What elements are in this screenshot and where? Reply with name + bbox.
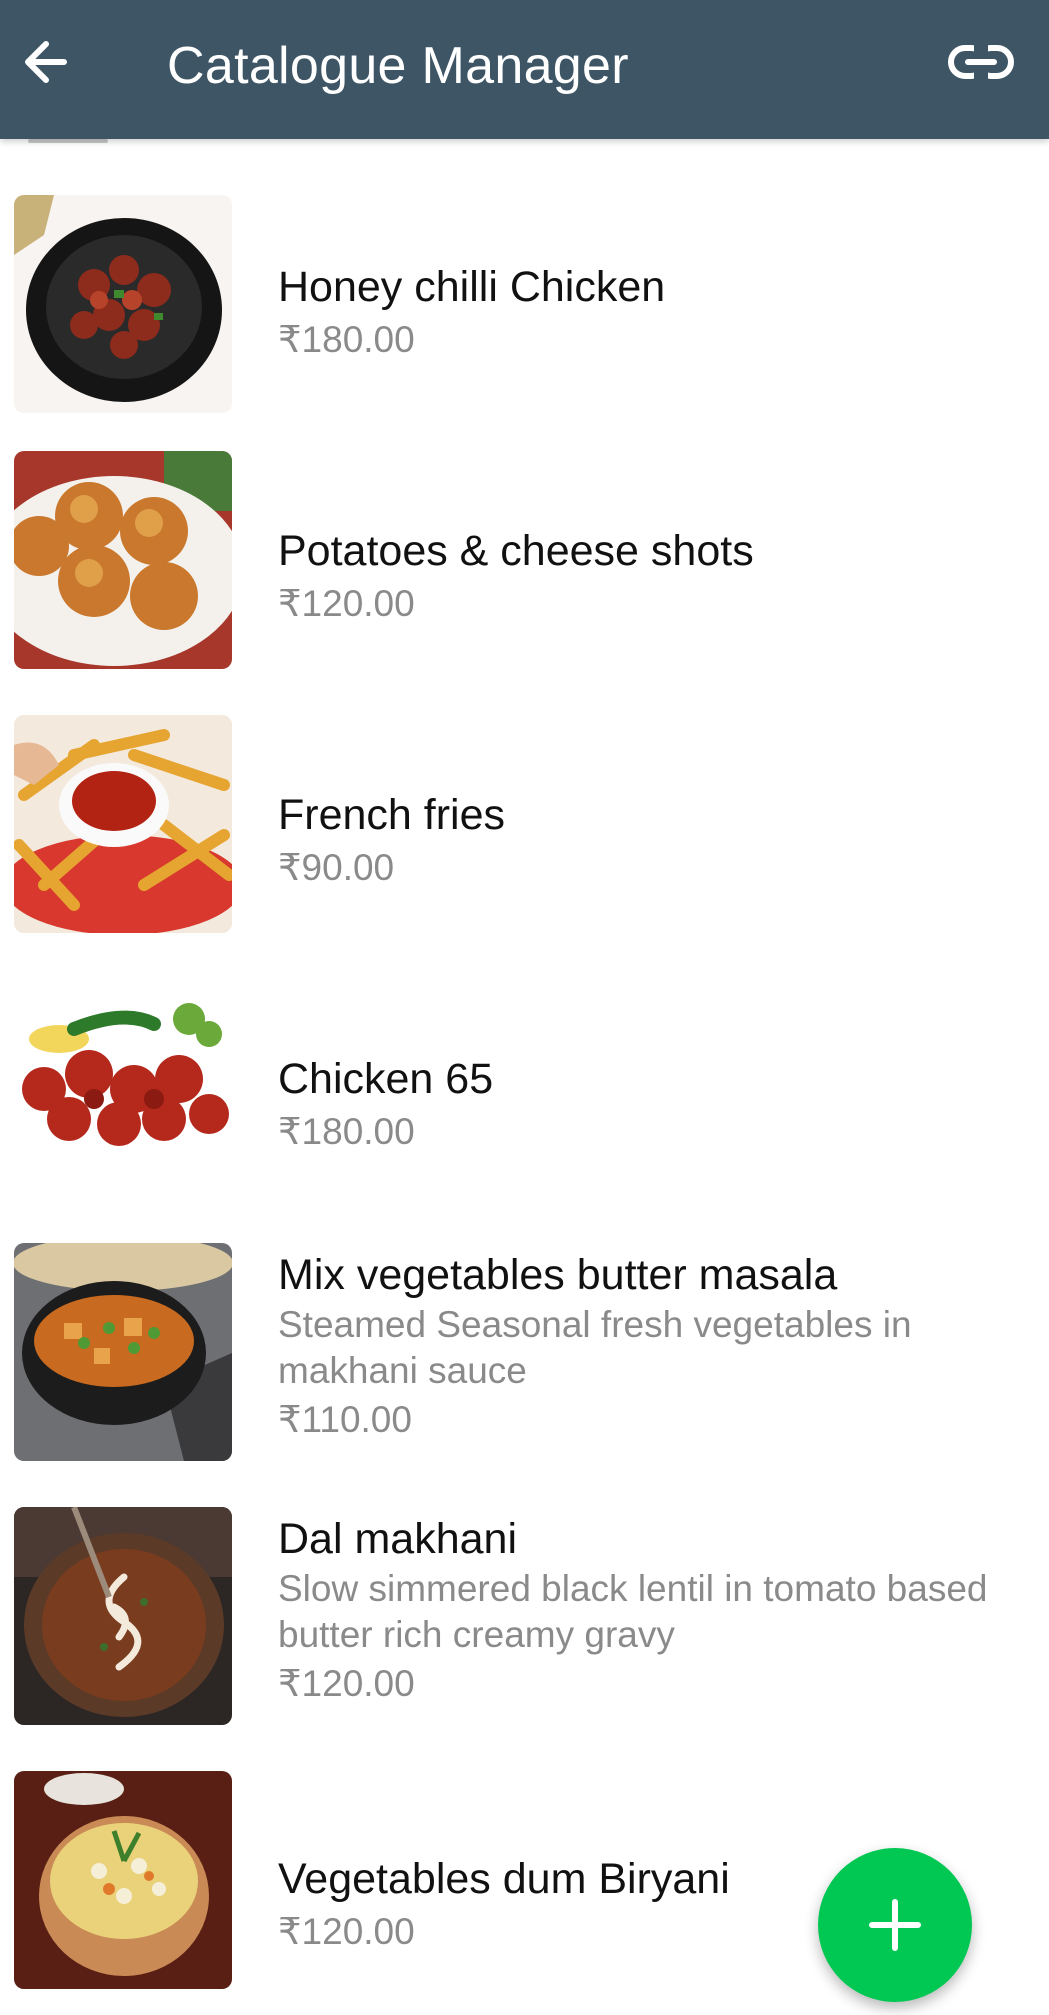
item-price: ₹120.00	[278, 1663, 415, 1704]
list-item[interactable]: Honey chilli Chicken ₹180.00	[0, 172, 1049, 436]
item-name: Dal makhani	[278, 1515, 517, 1563]
page-title: Catalogue Manager	[167, 37, 629, 95]
item-price: ₹120.00	[278, 583, 415, 624]
add-item-button[interactable]	[818, 1848, 972, 2002]
item-description: Slow simmered black lentil in tomato bas…	[278, 1568, 988, 1655]
item-info: Chicken 65 ₹180.00	[278, 1052, 1009, 1158]
item-price: ₹180.00	[278, 1111, 415, 1152]
item-price: ₹180.00	[278, 319, 415, 360]
item-image-potato-cheese-shots	[14, 451, 232, 669]
item-image-honey-chilli-chicken	[14, 195, 232, 413]
list-item[interactable]: Mix vegetables butter masala Steamed Sea…	[0, 1228, 1049, 1492]
item-image-veg-dum-biryani	[14, 1771, 232, 1989]
item-image-dal-makhani	[14, 1507, 232, 1725]
item-info: French fries ₹90.00	[278, 788, 1009, 894]
catalogue-list[interactable]: Honey chilli Chicken ₹180.00 Potatoes & …	[0, 139, 1049, 2015]
item-name: Chicken 65	[278, 1055, 494, 1103]
list-item[interactable]: Potatoes & cheese shots ₹120.00	[0, 436, 1049, 700]
item-name: French fries	[278, 791, 506, 839]
link-icon[interactable]	[946, 34, 1016, 90]
item-price: ₹90.00	[278, 847, 395, 888]
item-price: ₹110.00	[278, 1399, 412, 1440]
previous-item-edge	[28, 139, 108, 143]
item-name: Honey chilli Chicken	[278, 263, 666, 311]
app-bar: Catalogue Manager	[0, 0, 1049, 139]
list-item[interactable]: Dal makhani Slow simmered black lentil i…	[0, 1492, 1049, 1756]
item-image-french-fries	[14, 715, 232, 933]
item-image-chicken-65	[14, 979, 232, 1197]
item-description: Steamed Seasonal fresh vegetables in mak…	[278, 1304, 912, 1391]
item-info: Potatoes & cheese shots ₹120.00	[278, 524, 1009, 630]
item-info: Mix vegetables butter masala Steamed Sea…	[278, 1248, 1009, 1446]
list-item[interactable]: French fries ₹90.00	[0, 700, 1049, 964]
item-info: Dal makhani Slow simmered black lentil i…	[278, 1512, 1009, 1710]
plus-icon	[869, 1899, 921, 1951]
arrow-left-icon[interactable]	[18, 34, 74, 90]
item-name: Mix vegetables butter masala	[278, 1251, 838, 1299]
item-image-mix-veg-butter-masala	[14, 1243, 232, 1461]
item-info: Honey chilli Chicken ₹180.00	[278, 260, 1009, 366]
list-item[interactable]: Chicken 65 ₹180.00	[0, 964, 1049, 1228]
item-name: Potatoes & cheese shots	[278, 527, 754, 575]
